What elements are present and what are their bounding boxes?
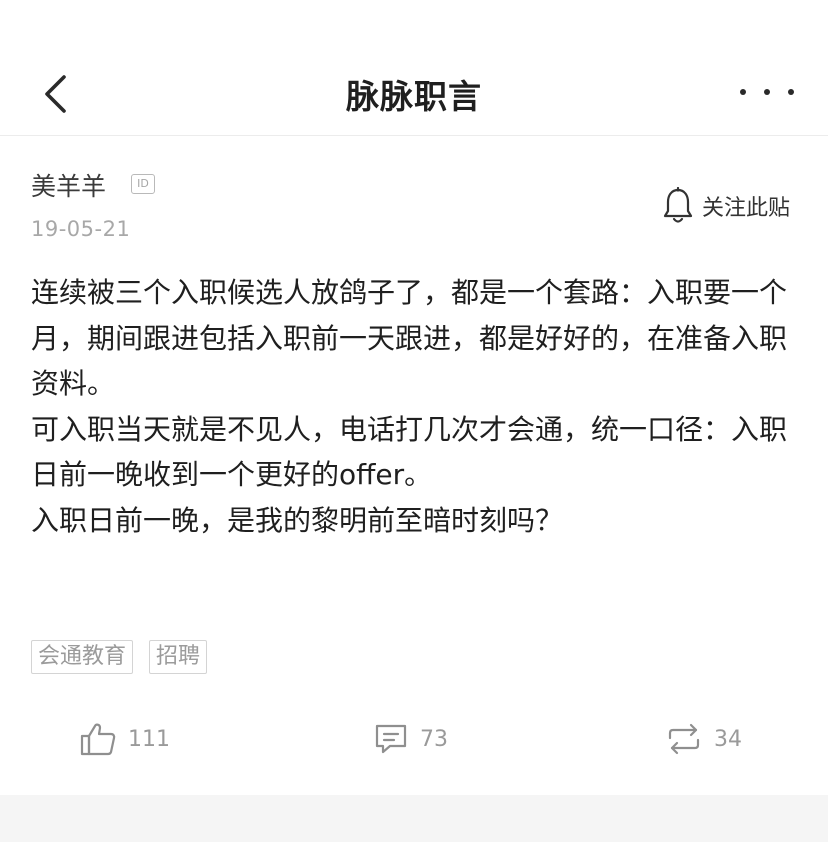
content-paragraph: 可入职当天就是不见人，电话打几次才会通，统一口径：入职日前一晚收到一个更好的of…: [31, 412, 788, 492]
post-content: 连续被三个入职候选人放鸽子了，都是一个套路：入职要一个月，期间跟进包括入职前一天…: [31, 270, 791, 543]
comment-count: 73: [420, 726, 448, 752]
more-button[interactable]: [740, 78, 794, 106]
repost-count: 34: [714, 726, 742, 752]
comment-icon: [375, 724, 407, 754]
top-bar: 脉脉职言: [0, 0, 828, 136]
id-badge: ID: [131, 174, 155, 194]
bell-icon: [663, 187, 693, 223]
more-dot: [788, 89, 794, 95]
author-name[interactable]: 美羊羊: [31, 167, 106, 203]
more-dot: [764, 89, 770, 95]
bottom-divider-area: [0, 795, 828, 842]
repost-button[interactable]: 34: [666, 716, 742, 762]
follow-label: 关注此贴: [701, 196, 790, 221]
tag-list: 会通教育 招聘: [31, 640, 208, 674]
tag-item[interactable]: 招聘: [149, 640, 208, 674]
post-detail-page: 脉脉职言 美羊羊 ID 19-05-21 关注此贴 连续被三个入职候选人放鸽子了…: [0, 0, 828, 842]
like-count: 111: [128, 726, 170, 752]
repost-icon: [668, 723, 700, 755]
comment-button[interactable]: 73: [374, 716, 448, 762]
more-dots-icon: [740, 89, 746, 95]
content-paragraph: 入职日前一晚，是我的黎明前至暗时刻吗？: [31, 503, 564, 537]
content-paragraph: 连续被三个入职候选人放鸽子了，都是一个套路：入职要一个月，期间跟进包括入职前一天…: [31, 276, 788, 400]
thumbs-up-icon: [80, 723, 116, 756]
like-button[interactable]: 111: [80, 716, 170, 762]
post-date: 19-05-21: [31, 217, 131, 241]
follow-post-button[interactable]: 关注此贴: [662, 186, 790, 226]
tag-item[interactable]: 会通教育: [31, 640, 134, 674]
page-title: 脉脉职言: [346, 77, 482, 116]
